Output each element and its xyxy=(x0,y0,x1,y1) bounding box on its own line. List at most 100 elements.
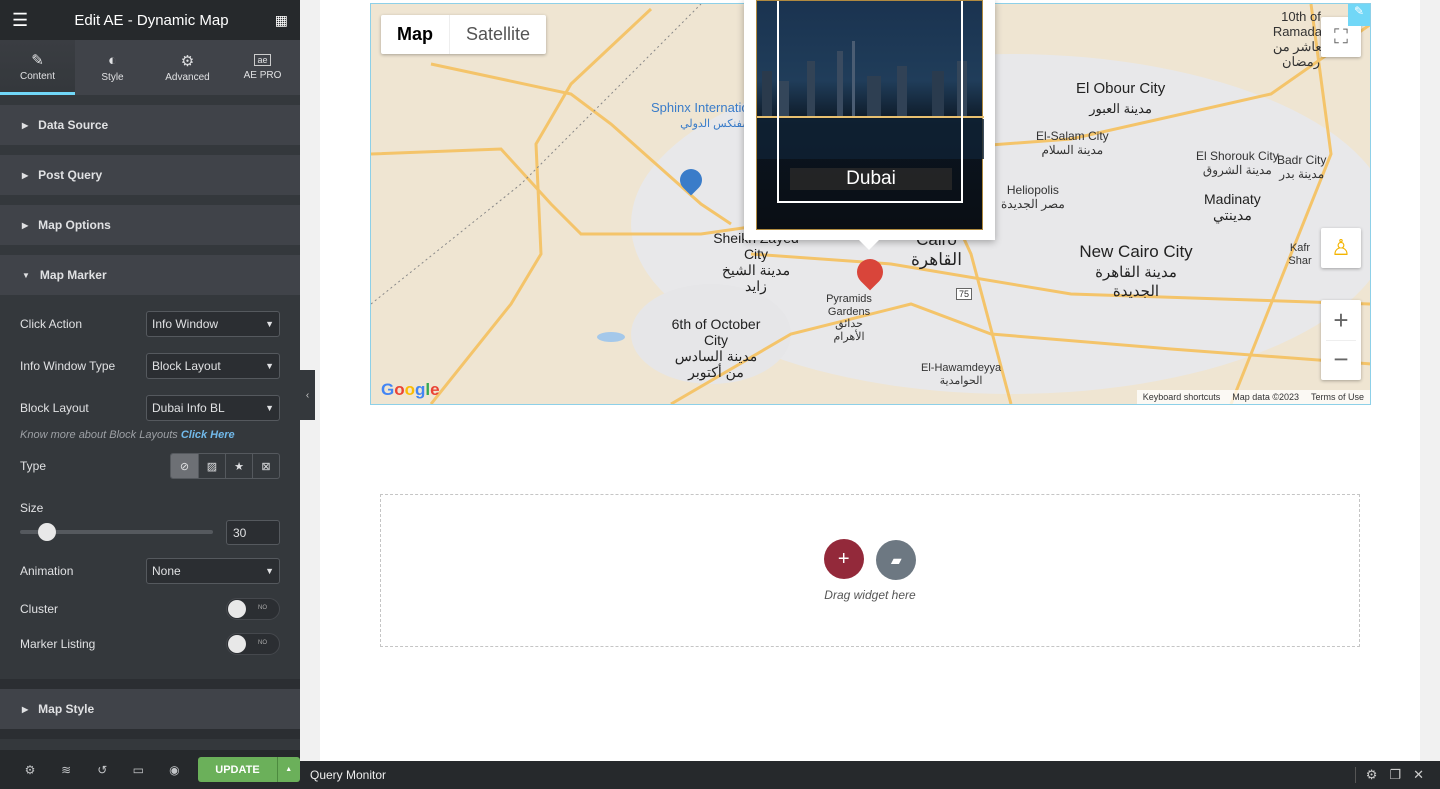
map-type-map-button[interactable]: Map xyxy=(381,15,450,54)
block-layout-note: Know more about Block Layouts Click Here xyxy=(0,429,300,447)
none-icon[interactable]: ⊘ xyxy=(171,454,198,478)
chevron-down-icon: ▼ xyxy=(265,403,274,413)
ae-icon: ae xyxy=(254,54,271,66)
section-post-query[interactable]: ▶ Post Query xyxy=(0,155,300,195)
slider-handle[interactable] xyxy=(37,523,56,541)
section-map-marker[interactable]: ▼ Map Marker xyxy=(0,255,300,295)
section-map-style[interactable]: ▶ Map Style xyxy=(0,689,300,729)
block-layout-select[interactable]: Dubai Info BL ▼ xyxy=(146,395,280,421)
edit-widget-icon[interactable]: ✎ xyxy=(1348,4,1370,26)
control-label: Animation xyxy=(20,564,74,578)
street-view-pegman-icon[interactable]: ♙ xyxy=(1321,228,1361,268)
map-attribution: Keyboard shortcuts Map data ©2023 Terms … xyxy=(1136,390,1370,404)
select-value: Block Layout xyxy=(152,359,221,373)
zoom-control: + − xyxy=(1321,300,1361,380)
marker-listing-control: Marker Listing NO xyxy=(0,627,300,661)
size-input[interactable]: 30 xyxy=(226,519,280,545)
block-layout-control: Block Layout Dubai Info BL ▼ xyxy=(0,387,300,429)
zoom-out-button[interactable]: − xyxy=(1326,340,1356,380)
menu-icon[interactable]: ☰ xyxy=(12,10,28,31)
panel-title: Edit AE - Dynamic Map xyxy=(74,11,229,29)
drop-zone[interactable]: + ▰ Drag widget here xyxy=(380,494,1360,647)
map-label: Pyramids Gardens حدائق الأهرام xyxy=(826,293,872,343)
tab-label: Content xyxy=(19,70,56,82)
update-button[interactable]: UPDATE xyxy=(198,757,277,782)
half-circle-icon: ◐ xyxy=(107,52,118,69)
section-label: Map Style xyxy=(38,702,95,716)
animation-select[interactable]: None ▼ xyxy=(146,558,280,584)
control-label: Info Window Type xyxy=(20,359,116,373)
query-monitor-bar: Query Monitor ⚙ ❐ ✕ xyxy=(300,761,1440,789)
settings-icon[interactable]: ⚙ xyxy=(12,763,48,777)
type-control: Type ⊘ ▨ ★ ⊠ xyxy=(0,447,300,485)
responsive-icon[interactable]: ▭ xyxy=(120,763,156,777)
query-monitor-title[interactable]: Query Monitor xyxy=(310,768,386,782)
chevron-down-icon: ▼ xyxy=(265,319,274,329)
map-label: El Obour City مدينة العبور xyxy=(1076,80,1166,116)
image-icon[interactable]: ▨ xyxy=(198,454,225,478)
tab-ae-pro[interactable]: ae AE PRO xyxy=(225,40,300,95)
caret-down-icon: ▼ xyxy=(22,270,30,280)
control-label: Type xyxy=(20,459,47,473)
tab-label: AE PRO xyxy=(243,70,282,81)
update-options-button[interactable]: ▲ xyxy=(276,757,300,782)
gear-icon: ⚙ xyxy=(180,53,195,70)
map-label: Badr City مدينة بدر xyxy=(1277,153,1327,181)
section-map-options[interactable]: ▶ Map Options xyxy=(0,205,300,245)
select-value: None xyxy=(152,564,181,578)
info-window-type-control: Info Window Type Block Layout ▼ xyxy=(0,345,300,387)
tab-content[interactable]: ✎ Content xyxy=(0,40,75,95)
section-data-source[interactable]: ▶ Data Source xyxy=(0,105,300,145)
zoom-in-button[interactable]: + xyxy=(1333,300,1348,340)
collapse-panel-button[interactable]: ‹ xyxy=(300,370,315,420)
star-icon[interactable]: ★ xyxy=(225,454,252,478)
chevron-down-icon: ▼ xyxy=(265,361,274,371)
pencil-icon: ✎ xyxy=(31,51,44,69)
map-label: Kafr Shar xyxy=(1288,242,1312,267)
control-label: Click Action xyxy=(20,317,83,331)
map-type-satellite-button[interactable]: Satellite xyxy=(450,15,546,54)
toggle-state: NO xyxy=(258,605,267,611)
click-action-select[interactable]: Info Window ▼ xyxy=(146,311,280,337)
select-value: Dubai Info BL xyxy=(152,401,225,415)
map-label: El Shorouk City مدينة الشروق xyxy=(1196,149,1279,177)
apps-grid-icon[interactable]: ▦ xyxy=(275,12,288,29)
svg-icon[interactable]: ⊠ xyxy=(252,454,279,478)
click-action-control: Click Action Info Window ▼ xyxy=(0,303,300,345)
keyboard-shortcuts-link[interactable]: Keyboard shortcuts xyxy=(1136,390,1227,404)
dubai-image: Dubai xyxy=(756,0,984,230)
control-label: Cluster xyxy=(20,602,59,616)
panel-footer: ⚙ ≋ ↺ ▭ ◉ UPDATE ▲ xyxy=(0,750,300,789)
control-label: Block Layout xyxy=(20,401,89,415)
layers-icon[interactable]: ≋ xyxy=(48,763,84,777)
click-here-link[interactable]: Click Here xyxy=(181,429,235,441)
map-label: El-Hawamdeyya الحوامدية xyxy=(921,362,1002,387)
section-label: Post Query xyxy=(38,168,103,182)
history-icon[interactable]: ↺ xyxy=(84,763,120,777)
tab-advanced[interactable]: ⚙ Advanced xyxy=(150,40,225,95)
map-type-control: Map Satellite xyxy=(381,15,547,54)
drag-widget-text: Drag widget here xyxy=(824,588,916,602)
note-text: Know more about Block Layouts xyxy=(20,429,178,441)
size-slider[interactable] xyxy=(20,523,213,541)
map-label: El-Salam City مدينة السلام xyxy=(1036,129,1109,157)
close-icon[interactable]: ✕ xyxy=(1413,767,1424,783)
info-window-type-select[interactable]: Block Layout ▼ xyxy=(146,353,280,379)
template-library-folder-icon[interactable]: ▰ xyxy=(876,540,917,580)
terms-link[interactable]: Terms of Use xyxy=(1304,390,1370,404)
size-control: Size xyxy=(0,485,300,515)
settings-icon[interactable]: ⚙ xyxy=(1366,767,1378,783)
add-section-button[interactable]: + xyxy=(823,539,864,579)
map-data-text: Map data ©2023 xyxy=(1226,390,1305,404)
popout-icon[interactable]: ❐ xyxy=(1389,767,1401,783)
chevron-down-icon: ▼ xyxy=(265,566,274,576)
cluster-toggle[interactable]: NO xyxy=(226,598,280,620)
marker-listing-toggle[interactable]: NO xyxy=(226,633,280,655)
tab-style[interactable]: ◐ Style xyxy=(75,40,150,95)
section-label: Map Options xyxy=(38,218,111,232)
caret-right-icon: ▶ xyxy=(22,220,29,230)
section-label: Data Source xyxy=(38,118,109,132)
preview-eye-icon[interactable]: ◉ xyxy=(156,763,192,777)
info-window: Dubai xyxy=(744,0,995,250)
editor-panel: ☰ Edit AE - Dynamic Map ▦ ✎ Content ◐ Styl… xyxy=(0,0,300,789)
